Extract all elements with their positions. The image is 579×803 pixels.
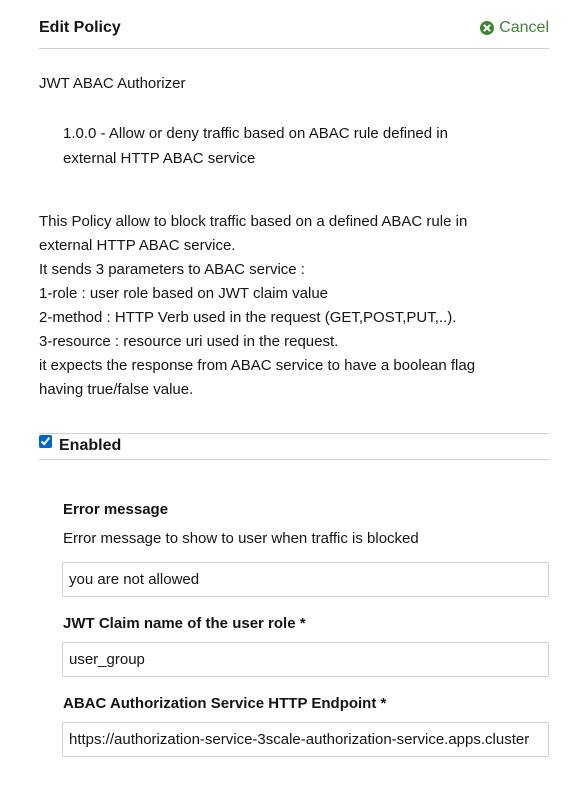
enabled-checkbox[interactable] (39, 435, 52, 448)
error-message-input[interactable] (62, 562, 549, 597)
policy-summary: 1.0.0 - Allow or deny traffic based on A… (63, 125, 448, 167)
times-circle-icon (480, 21, 495, 35)
description-line: it expects the response from ABAC servic… (39, 357, 476, 374)
description-line: external HTTP ABAC service. (39, 237, 236, 254)
enabled-row: Enabled (39, 433, 549, 460)
enabled-label[interactable]: Enabled (59, 437, 121, 455)
description-line: 2-method : HTTP Verb used in the request… (39, 309, 457, 326)
description-line: This Policy allow to block traffic based… (39, 213, 468, 230)
policy-header: Edit Policy Cancel (39, 10, 549, 49)
description-line: It sends 3 parameters to ABAC service : (39, 261, 305, 278)
cancel-button[interactable]: Cancel (480, 19, 549, 37)
description-line: 1-role : user role based on JWT claim va… (39, 285, 329, 302)
jwt-claim-input[interactable] (62, 642, 549, 677)
abac-endpoint-input[interactable] (62, 722, 549, 757)
jwt-claim-label: JWT Claim name of the user role * (63, 615, 306, 632)
description-line: having true/false value. (39, 381, 194, 398)
policy-name: JWT ABAC Authorizer (39, 75, 186, 92)
error-message-help: Error message to show to user when traff… (63, 530, 419, 547)
policy-description: This Policy allow to block traffic based… (39, 210, 539, 402)
abac-endpoint-label: ABAC Authorization Service HTTP Endpoint… (63, 695, 387, 712)
description-line: 3-resource : resource uri used in the re… (39, 333, 339, 350)
page-title: Edit Policy (39, 19, 121, 36)
error-message-label: Error message (63, 501, 169, 518)
cancel-label: Cancel (499, 19, 549, 36)
